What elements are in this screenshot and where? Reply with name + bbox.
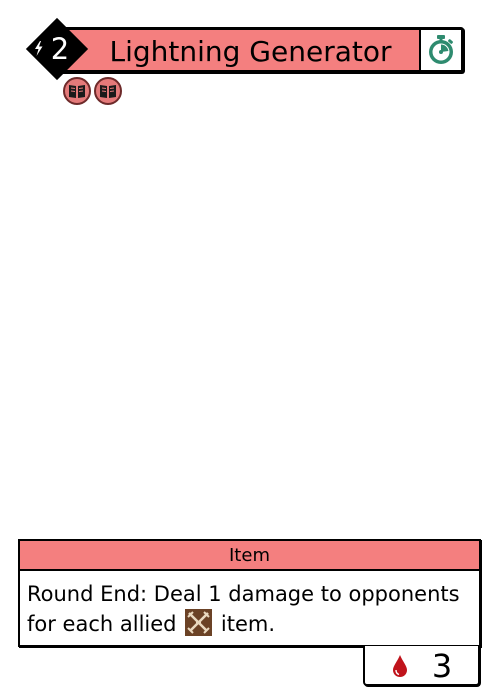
pack-icons [63,77,122,105]
card-type: Item [20,541,479,571]
stopwatch-icon [429,35,453,64]
pack-badge [94,77,122,105]
book-icon [100,85,116,98]
lightning-bolt-icon [35,41,43,56]
timing-badge [419,30,461,70]
pack-badge [63,77,91,105]
crossed-swords-icon [185,609,213,636]
card-text-box: Item Round End: Deal 1 damage to opponen… [18,539,481,647]
title-bar: Lightning Generator [49,27,464,73]
stat-box: 3 [363,646,480,686]
stat-value: 3 [431,647,453,685]
card-title: Lightning Generator [109,35,392,68]
cost-diamond: 2 [25,17,89,81]
cost-value: 2 [50,32,70,66]
effect-text-end: item. [220,612,275,636]
blood-drop-icon [393,655,407,677]
book-icon [69,85,85,98]
card-effect: Round End: Deal 1 damage to opponents fo… [20,571,479,639]
